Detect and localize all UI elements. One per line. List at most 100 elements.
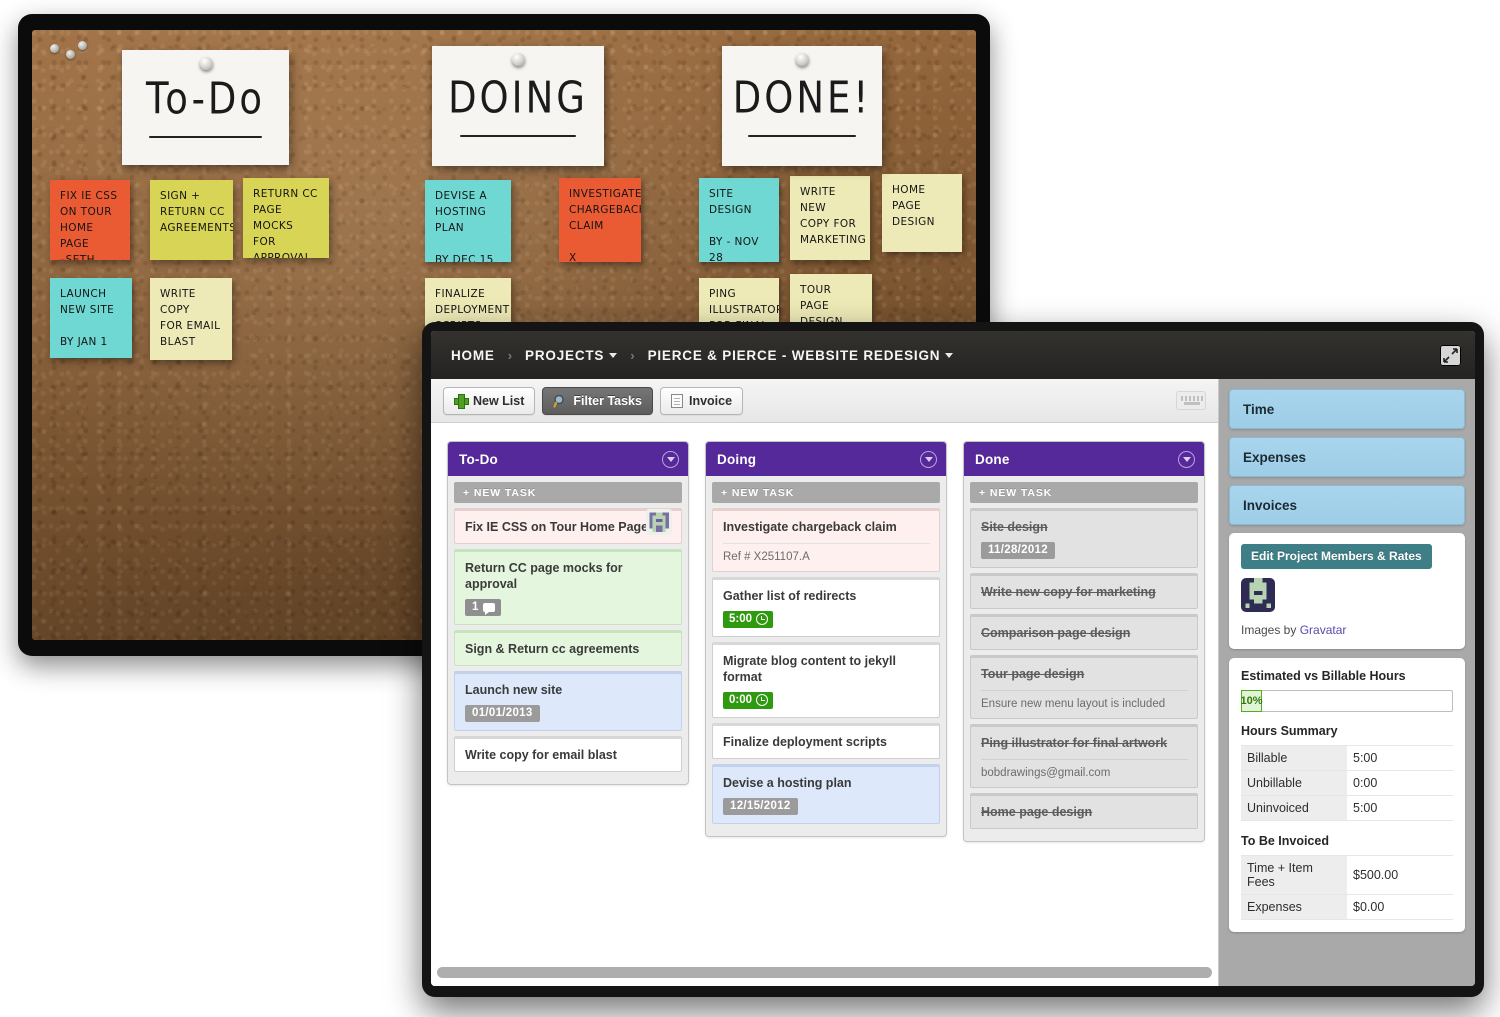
filter-tasks-button[interactable]: Filter Tasks bbox=[542, 386, 653, 415]
task-card[interactable]: Finalize deployment scripts bbox=[712, 723, 940, 759]
new-task-button[interactable]: + NEW TASK bbox=[712, 482, 940, 503]
filter-tasks-label: Filter Tasks bbox=[573, 393, 642, 408]
task-card[interactable]: Return CC page mocks for approval 1 bbox=[454, 549, 682, 625]
gravatar-prefix: Images by bbox=[1241, 623, 1300, 637]
task-card[interactable]: Write new copy for marketing bbox=[970, 573, 1198, 609]
due-date-badge: 12/15/2012 bbox=[723, 798, 798, 815]
task-card[interactable]: Ping illustrator for final artwork bobdr… bbox=[970, 724, 1198, 788]
task-card[interactable]: Devise a hosting plan 12/15/2012 bbox=[712, 764, 940, 824]
comment-count-badge: 1 bbox=[465, 599, 502, 616]
task-card[interactable]: Sign & Return cc agreements bbox=[454, 630, 682, 666]
photo-header-doing: DOING bbox=[432, 46, 604, 166]
collapse-column-icon[interactable] bbox=[1178, 450, 1195, 468]
gravatar-credit: Images by Gravatar bbox=[1241, 623, 1453, 637]
gravatar-link[interactable]: Gravatar bbox=[1300, 623, 1347, 637]
task-card[interactable]: Write copy for email blast bbox=[454, 736, 682, 772]
horizontal-scrollbar-thumb[interactable] bbox=[437, 967, 1212, 978]
task-title: Sign & Return cc agreements bbox=[465, 642, 640, 656]
estimated-hours-heading: Estimated vs Billable Hours bbox=[1241, 669, 1406, 683]
pushpin-icon bbox=[512, 53, 525, 66]
comment-icon bbox=[483, 602, 496, 615]
column-title: Done bbox=[975, 451, 1010, 467]
horizontal-scrollbar-track bbox=[431, 964, 1218, 986]
sidebar-item-time[interactable]: Time bbox=[1229, 389, 1465, 429]
collapse-column-icon[interactable] bbox=[920, 450, 937, 468]
due-date-badge: 11/28/2012 bbox=[981, 542, 1055, 559]
application-window: HOME › PROJECTS › PIERCE & PIERCE - WEBS… bbox=[422, 322, 1484, 997]
task-title: Fix IE CSS on Tour Home Page bbox=[465, 520, 649, 534]
keyboard-icon[interactable] bbox=[1176, 391, 1206, 410]
task-title: Ping illustrator for final artwork bbox=[981, 736, 1168, 750]
task-card[interactable]: Site design 11/28/2012 bbox=[970, 508, 1198, 568]
avatar bbox=[646, 509, 672, 535]
task-title: Write copy for email blast bbox=[465, 748, 617, 762]
row-value: 0:00 bbox=[1347, 770, 1453, 796]
task-card[interactable]: Launch new site 01/01/2013 bbox=[454, 671, 682, 731]
expand-icon[interactable] bbox=[1440, 344, 1461, 366]
project-members-panel: Edit Project Members & Rates Images by G… bbox=[1229, 533, 1465, 649]
task-title: Migrate blog content to jekyll format bbox=[723, 654, 896, 684]
task-card[interactable]: Investigate chargeback claim Ref # X2511… bbox=[712, 508, 940, 572]
row-label: Uninvoiced bbox=[1241, 795, 1347, 821]
new-task-button[interactable]: + NEW TASK bbox=[454, 482, 682, 503]
task-card[interactable]: Migrate blog content to jekyll format 0:… bbox=[712, 642, 940, 718]
table-row: Billable 5:00 bbox=[1241, 745, 1453, 771]
pushpin-icon bbox=[199, 57, 213, 70]
due-date-badge: 01/01/2013 bbox=[465, 705, 540, 722]
table-row: Time + Item Fees $500.00 bbox=[1241, 855, 1453, 895]
task-card[interactable]: Fix IE CSS on Tour Home Page bbox=[454, 508, 682, 544]
row-label: Expenses bbox=[1241, 894, 1347, 920]
new-list-label: New List bbox=[473, 393, 525, 408]
estimated-progress-bar: 10% bbox=[1240, 690, 1453, 712]
breadcrumb-bar: HOME › PROJECTS › PIERCE & PIERCE - WEBS… bbox=[431, 331, 1475, 379]
edit-project-members-button[interactable]: Edit Project Members & Rates bbox=[1241, 544, 1432, 569]
time-value: 5:00 bbox=[729, 613, 753, 625]
task-title: Tour page design bbox=[981, 667, 1085, 681]
breadcrumb-home[interactable]: HOME bbox=[451, 348, 495, 363]
photo-header-label: To-Do bbox=[145, 73, 266, 124]
task-title: Home page design bbox=[981, 805, 1093, 819]
chevron-down-icon bbox=[945, 352, 954, 358]
row-value: 5:00 bbox=[1347, 795, 1453, 821]
breadcrumb-projects[interactable]: PROJECTS bbox=[525, 348, 618, 363]
hours-summary-table: Billable 5:00 Unbillable 0:00 Uninvoiced… bbox=[1241, 745, 1453, 821]
invoice-button[interactable]: Invoice bbox=[659, 386, 744, 415]
photo-header-done: DONE! bbox=[722, 46, 882, 166]
sticky-note: SITE DESIGN BY - NOV 28 bbox=[699, 178, 779, 262]
column-header: Doing bbox=[706, 442, 946, 476]
column-title: To-Do bbox=[459, 451, 498, 467]
column-header: Done bbox=[964, 442, 1204, 476]
underline bbox=[747, 134, 857, 137]
sticky-note: WRITE NEW COPY FOR MARKETING bbox=[790, 176, 870, 260]
time-badge: 5:00 bbox=[723, 611, 774, 628]
task-title: Launch new site bbox=[465, 683, 563, 697]
document-icon bbox=[670, 393, 683, 408]
toolbar: New List Filter Tasks Invoice bbox=[431, 379, 1218, 423]
avatar bbox=[1241, 578, 1275, 612]
breadcrumb-project[interactable]: PIERCE & PIERCE - WEBSITE REDESIGN bbox=[648, 348, 954, 363]
sidebar-item-invoices[interactable]: Invoices bbox=[1229, 485, 1465, 525]
new-task-button[interactable]: + NEW TASK bbox=[970, 482, 1198, 503]
table-row: Unbillable 0:00 bbox=[1241, 770, 1453, 796]
table-row: Expenses $0.00 bbox=[1241, 894, 1453, 920]
column-header: To-Do bbox=[448, 442, 688, 476]
photo-header-todo: To-Do bbox=[122, 50, 289, 165]
underline bbox=[459, 134, 577, 137]
task-card[interactable]: Gather list of redirects 5:00 bbox=[712, 577, 940, 637]
task-card[interactable]: Home page design bbox=[970, 793, 1198, 829]
task-card[interactable]: Comparison page design bbox=[970, 614, 1198, 650]
underline bbox=[148, 136, 263, 138]
chevron-down-icon bbox=[609, 352, 618, 358]
row-label: Billable bbox=[1241, 745, 1347, 771]
row-label: Unbillable bbox=[1241, 770, 1347, 796]
collapse-column-icon[interactable] bbox=[662, 450, 679, 468]
task-subtitle: bobdrawings@gmail.com bbox=[981, 759, 1188, 779]
sticky-note: DEVISE A HOSTING PLAN BY DEC 15 bbox=[425, 180, 511, 262]
task-card[interactable]: Tour page design Ensure new menu layout … bbox=[970, 655, 1198, 719]
new-list-button[interactable]: New List bbox=[443, 386, 536, 415]
sticky-note: FIX IE CSS ON TOUR HOME PAGE –SETH bbox=[50, 180, 130, 260]
sticky-note: RETURN CC PAGE MOCKS FOR APPROVAL bbox=[243, 178, 329, 258]
clock-icon bbox=[756, 694, 769, 706]
sidebar-item-expenses[interactable]: Expenses bbox=[1229, 437, 1465, 477]
breadcrumb-project-label: PIERCE & PIERCE - WEBSITE REDESIGN bbox=[647, 347, 941, 363]
